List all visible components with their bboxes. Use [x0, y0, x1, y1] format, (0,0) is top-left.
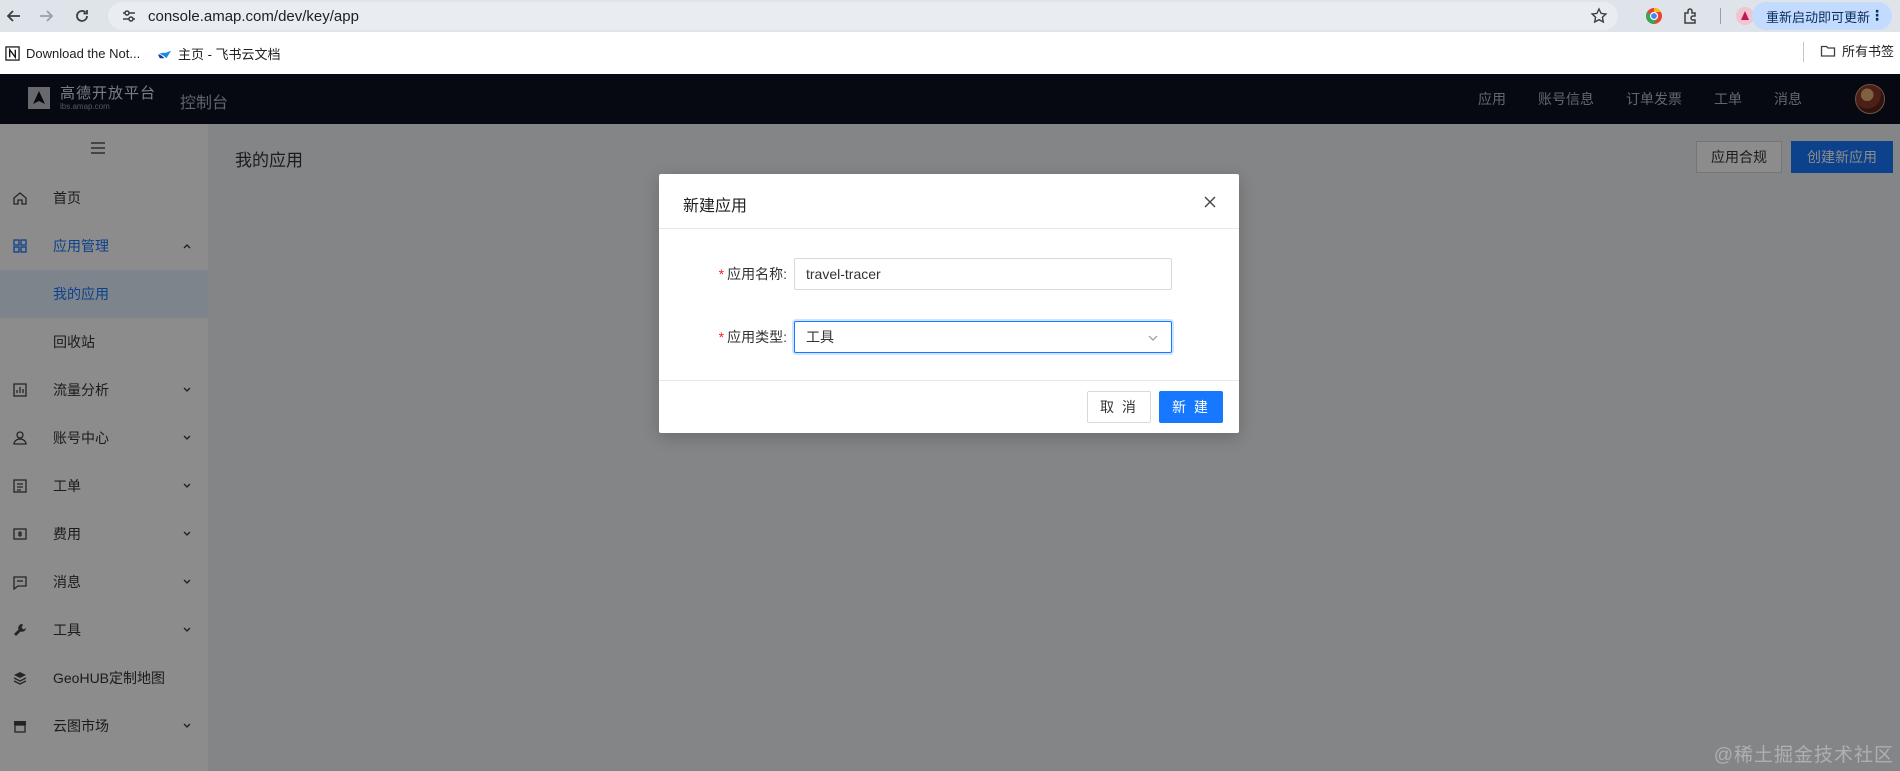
more-menu-icon[interactable]: ⋮ [1870, 7, 1884, 24]
site-settings-icon[interactable] [120, 7, 138, 25]
bookmarks-bar: Download the Not... 主页 - 飞书云文档 所有书签 [0, 32, 1900, 74]
url-text: console.amap.com/dev/key/app [148, 7, 359, 25]
folder-icon [1820, 43, 1836, 59]
update-button[interactable]: 重新启动即可更新 ⋮ [1751, 2, 1892, 30]
puzzle-icon[interactable] [1681, 6, 1701, 26]
cancel-button[interactable]: 取 消 [1087, 391, 1151, 423]
bookmark-label: 主页 - 飞书云文档 [178, 46, 281, 62]
update-label: 重新启动即可更新 [1765, 9, 1870, 25]
arrow-right-icon [40, 10, 54, 22]
dialog-footer: 取 消 新 建 [659, 380, 1239, 433]
notion-icon [4, 45, 20, 61]
back-button[interactable] [0, 2, 28, 30]
app-name-input[interactable]: travel-tracer [794, 258, 1172, 290]
close-icon[interactable] [1202, 194, 1218, 210]
all-bookmarks-button[interactable]: 所有书签 [1820, 41, 1894, 60]
bookmark-label: Download the Not... [26, 45, 141, 61]
app-type-label: * 应用类型: [718, 329, 787, 345]
bookmark-item[interactable]: 主页 - 飞书云文档 [154, 41, 289, 65]
app-name-value: travel-tracer [806, 266, 881, 282]
create-button[interactable]: 新 建 [1159, 391, 1223, 423]
required-mark: * [718, 329, 725, 345]
app-name-label: * 应用名称: [718, 266, 787, 282]
address-bar[interactable]: console.amap.com/dev/key/app [108, 2, 1618, 30]
dialog-title: 新建应用 [683, 198, 748, 215]
dialog-header: 新建应用 [659, 174, 1239, 229]
app-type-value: 工具 [806, 329, 834, 345]
new-app-dialog: 新建应用 * 应用名称: travel-tracer * 应用类型: 工具 取 消 … [659, 174, 1239, 433]
reload-button[interactable] [68, 2, 96, 30]
chrome-extension-icon[interactable] [1644, 6, 1664, 26]
all-bookmarks-label: 所有书签 [1841, 44, 1894, 59]
browser-toolbar: console.amap.com/dev/key/app 重新启动即可更新 ⋮ [0, 0, 1900, 32]
arrow-left-icon [6, 10, 20, 22]
app-type-select[interactable]: 工具 [794, 321, 1172, 353]
bookmark-item[interactable]: Download the Not... [2, 41, 148, 65]
required-mark: * [718, 266, 725, 282]
bookmark-star-icon[interactable] [1590, 7, 1608, 25]
bookmarks-divider [1803, 42, 1804, 62]
reload-icon [76, 10, 88, 22]
toolbar-divider [1720, 8, 1721, 24]
app-name-row: * 应用名称: travel-tracer [659, 258, 1239, 290]
watermark: @稀土掘金技术社区 [1713, 745, 1894, 766]
chevron-down-icon [1148, 335, 1158, 341]
feishu-icon [156, 45, 172, 61]
app-type-row: * 应用类型: 工具 [659, 321, 1239, 353]
forward-button[interactable] [32, 2, 60, 30]
